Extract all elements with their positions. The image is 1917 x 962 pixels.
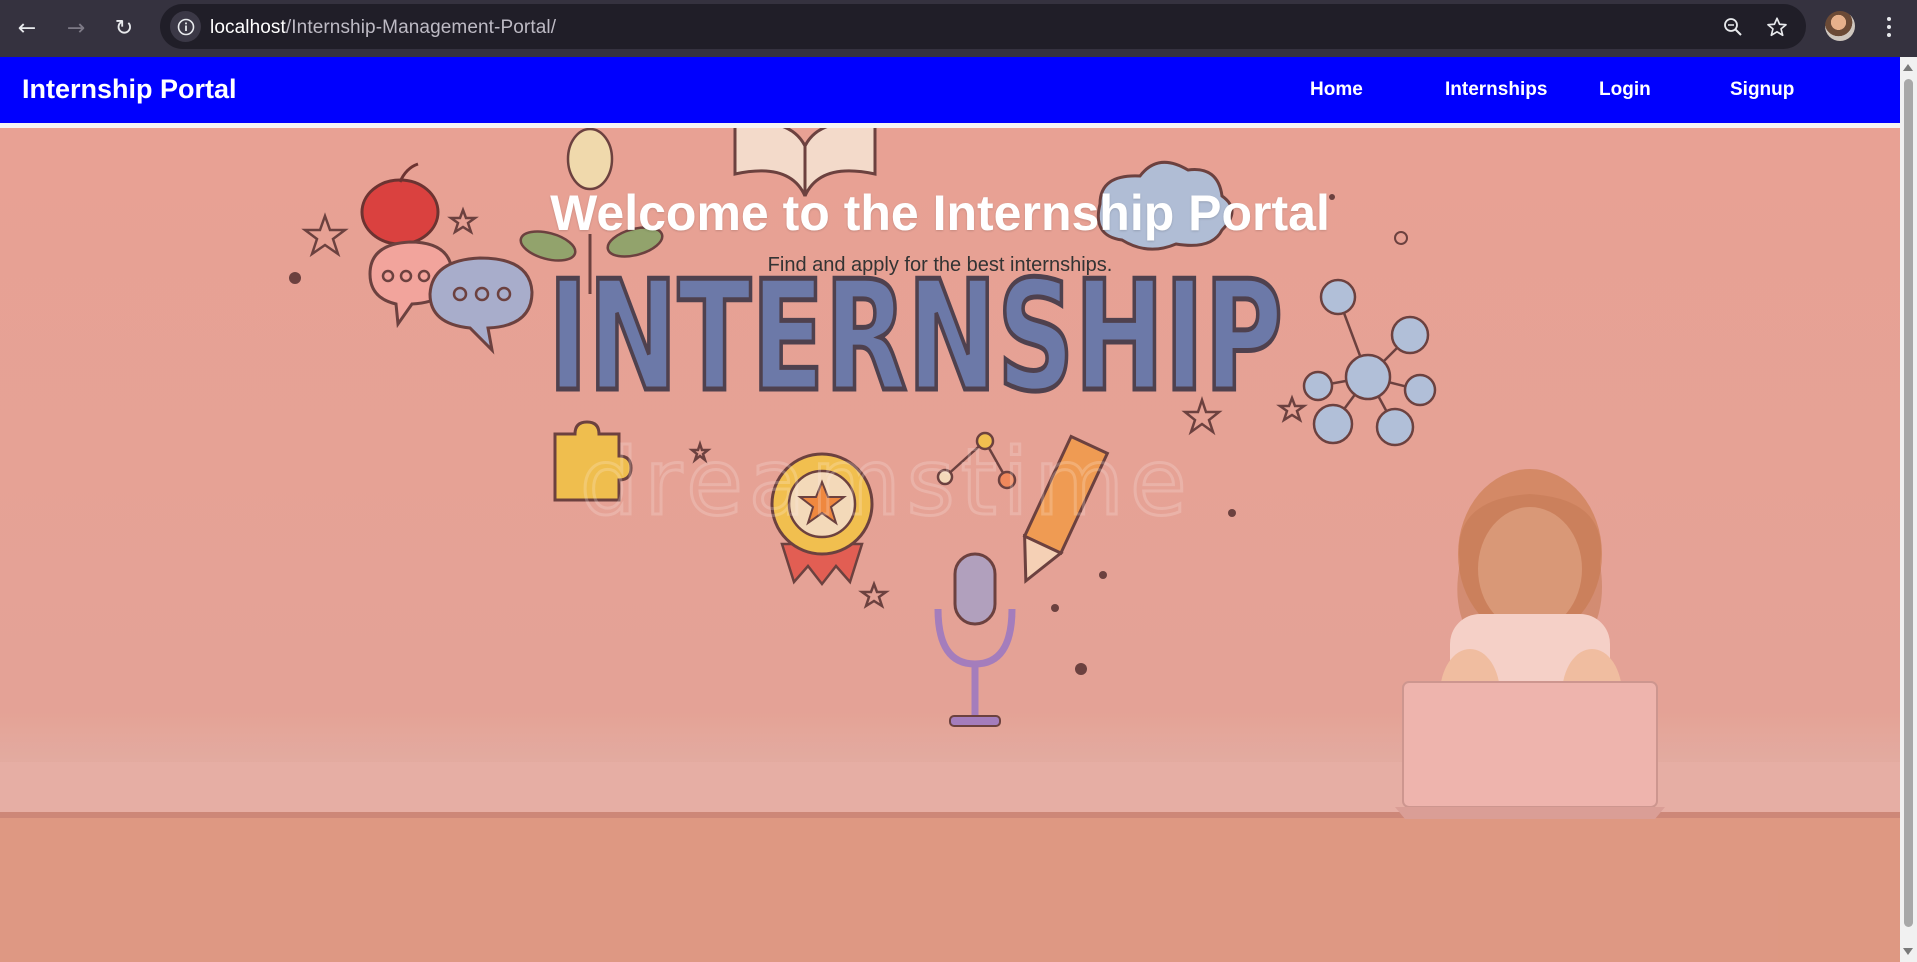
- browser-toolbar: ← → ↻ localhost/Internship-Management-Po…: [0, 0, 1917, 57]
- forward-icon[interactable]: →: [61, 13, 91, 43]
- profile-avatar[interactable]: [1825, 11, 1855, 41]
- kebab-icon[interactable]: [1876, 12, 1902, 42]
- nav-link-internships[interactable]: Internships: [1445, 79, 1547, 101]
- info-icon[interactable]: [170, 11, 201, 42]
- nav-link-home[interactable]: Home: [1310, 79, 1363, 101]
- hero-subtitle: Find and apply for the best internships.: [767, 254, 1113, 276]
- brand-logo[interactable]: Internship Portal: [22, 74, 237, 105]
- magnifier-icon[interactable]: [1718, 12, 1748, 42]
- scroll-up-icon[interactable]: [1903, 64, 1913, 71]
- vertical-scrollbar[interactable]: [1900, 57, 1917, 962]
- star-icon[interactable]: [1762, 12, 1792, 42]
- hero-background: INTERNSHIP dreamstime: [0, 124, 1900, 962]
- url-path: /Internship-Management-Portal/: [285, 17, 557, 38]
- hero-tint-overlay: [0, 124, 1900, 962]
- site-navbar: Internship Portal Home Internships Login…: [0, 57, 1900, 128]
- back-icon[interactable]: ←: [12, 13, 42, 43]
- scroll-down-icon[interactable]: [1903, 948, 1913, 955]
- address-bar[interactable]: localhost/Internship-Management-Portal/: [160, 4, 1806, 49]
- hero-title: Welcome to the Internship Portal: [550, 185, 1330, 241]
- url-text: localhost/Internship-Management-Portal/: [210, 17, 556, 39]
- url-host: localhost: [210, 17, 286, 38]
- page-viewport: INTERNSHIP dreamstime Internship Portal …: [0, 57, 1900, 962]
- scrollbar-thumb[interactable]: [1904, 79, 1913, 927]
- nav-link-login[interactable]: Login: [1599, 79, 1651, 101]
- reload-icon[interactable]: ↻: [109, 13, 139, 43]
- nav-link-signup[interactable]: Signup: [1730, 79, 1794, 101]
